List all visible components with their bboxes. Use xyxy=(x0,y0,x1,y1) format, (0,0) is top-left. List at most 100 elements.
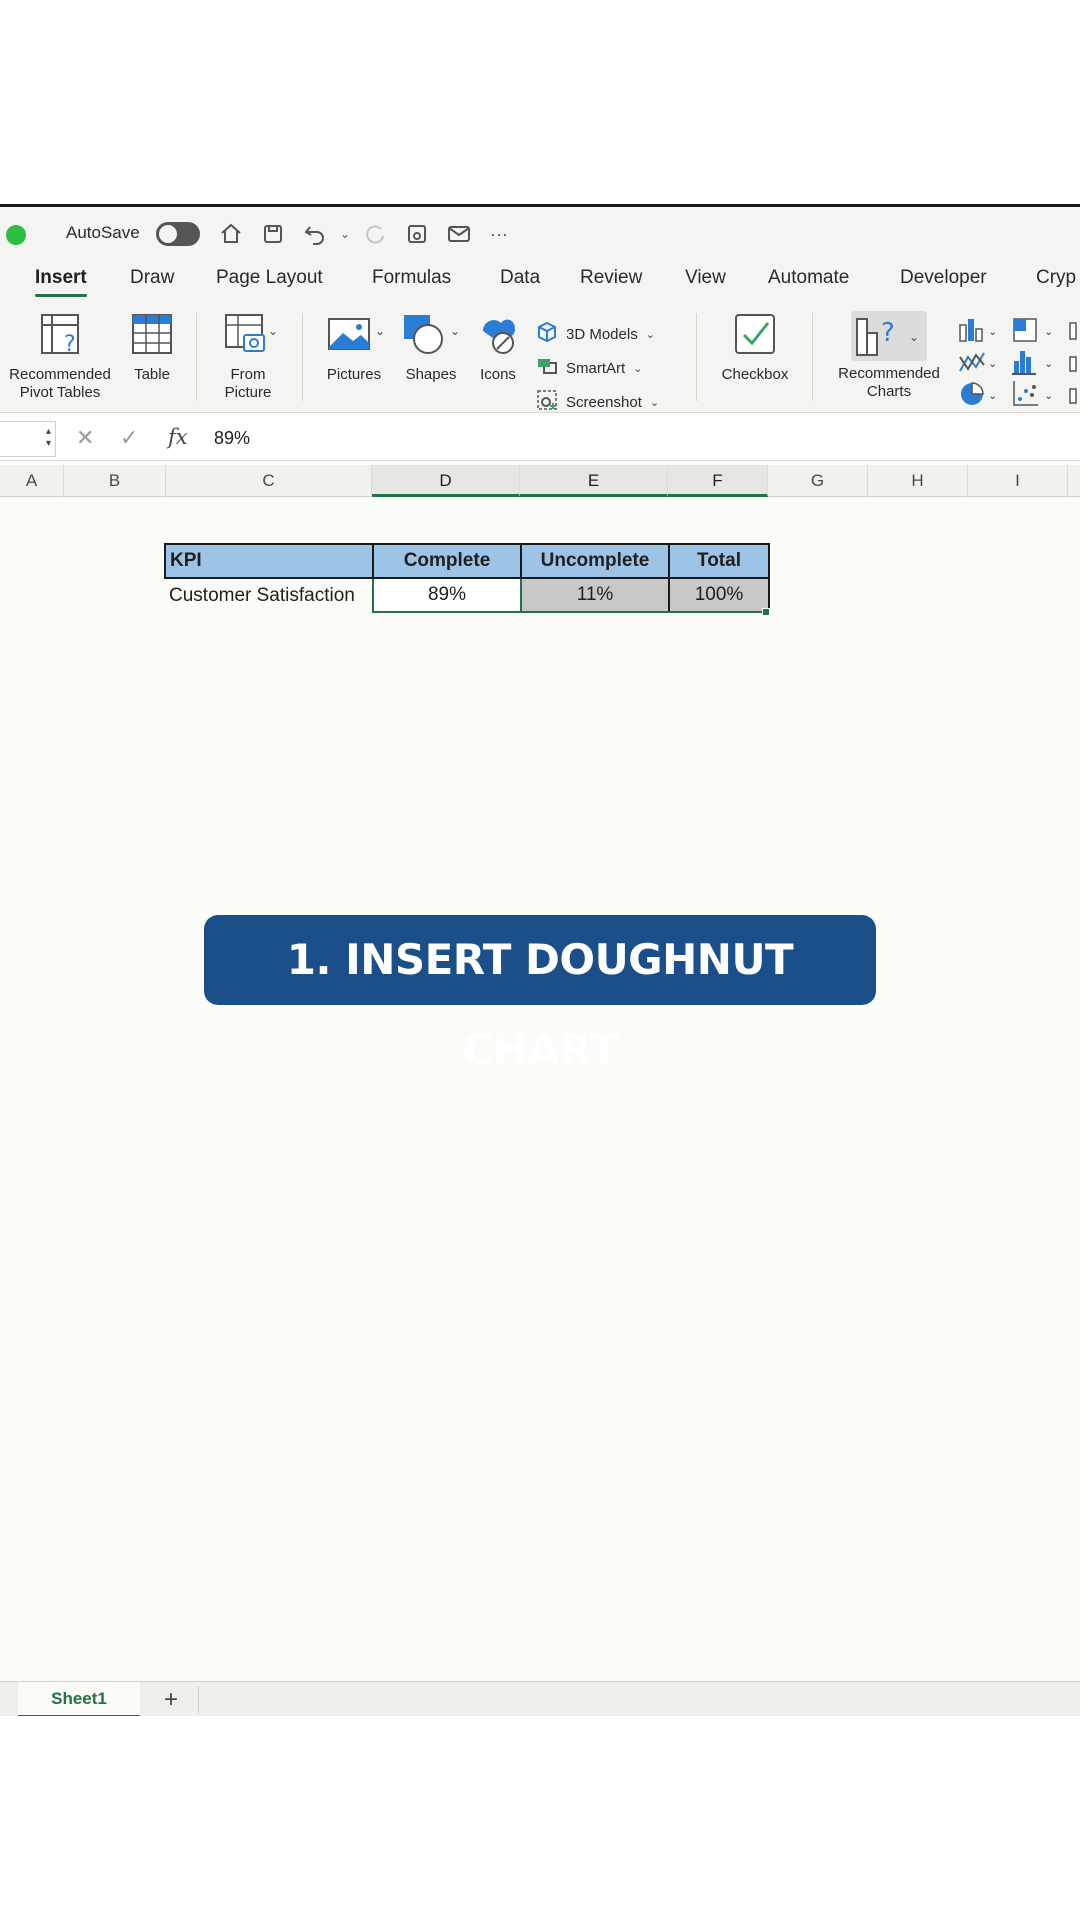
formula-input[interactable]: 89% xyxy=(214,428,250,449)
column-header-a[interactable]: A xyxy=(0,465,64,497)
tab-data[interactable]: Data xyxy=(500,267,540,289)
kpi-header-row: KPI Complete Uncomplete Total xyxy=(164,543,770,579)
kpi-table: KPI Complete Uncomplete Total Customer S… xyxy=(164,543,770,613)
waterfall-chart-button[interactable] xyxy=(1066,315,1080,350)
svg-text:⌄: ⌄ xyxy=(988,357,997,370)
save-icon[interactable] xyxy=(258,219,288,249)
cancel-formula-icon[interactable]: ✕ xyxy=(76,425,94,451)
kpi-data-row: Customer Satisfaction 89% 11% 100% xyxy=(165,577,770,613)
step-caption: 1. INSERT DOUGHNUT CHART xyxy=(204,915,876,1074)
3d-models-label: 3D Models xyxy=(566,325,638,343)
column-header-g[interactable]: G xyxy=(768,465,868,497)
hierarchy-chart-button[interactable]: ⌄ xyxy=(1012,315,1056,350)
undo-icon[interactable] xyxy=(300,219,330,249)
scatter-chart-button[interactable]: ⌄ xyxy=(1012,379,1056,414)
email-icon[interactable] xyxy=(444,219,474,249)
tab-page-layout[interactable]: Page Layout xyxy=(216,267,323,289)
tab-review[interactable]: Review xyxy=(580,267,642,289)
pictures-button[interactable]: ⌄ Pictures xyxy=(316,311,392,384)
selection-fill-handle[interactable] xyxy=(762,608,770,616)
tab-insert[interactable]: Insert xyxy=(35,267,87,297)
column-chart-button[interactable]: ⌄ xyxy=(958,315,1000,350)
smartart-icon xyxy=(536,355,558,381)
line-chart-button[interactable]: ⌄ xyxy=(958,347,1000,382)
smartart-chevron-icon: ⌄ xyxy=(633,362,643,375)
column-header-b[interactable]: B xyxy=(64,465,166,497)
autosave-toggle[interactable] xyxy=(156,222,200,246)
map-chart-icon xyxy=(1069,388,1077,404)
add-sheet-button[interactable]: + xyxy=(156,1686,186,1714)
cell-uncomplete-value[interactable]: 11% xyxy=(520,577,670,613)
screenshot-icon xyxy=(536,389,558,415)
sheet-tab-separator xyxy=(198,1686,199,1714)
header-uncomplete[interactable]: Uncomplete xyxy=(520,543,670,579)
tab-draw[interactable]: Draw xyxy=(130,267,174,289)
column-header-c[interactable]: C xyxy=(166,465,372,497)
header-kpi[interactable]: KPI xyxy=(164,543,374,579)
more-options-icon[interactable]: ··· xyxy=(484,219,514,249)
recommended-charts-icon: ? ⌄ xyxy=(851,311,927,361)
name-box-spinner-icon[interactable]: ▴ ▾ xyxy=(46,426,51,450)
confirm-formula-icon[interactable]: ✓ xyxy=(120,425,138,451)
map-chart-button[interactable] xyxy=(1066,379,1080,414)
title-bar: AutoSave ⌄ ··· xyxy=(0,207,1080,259)
column-header-e[interactable]: E xyxy=(520,465,668,497)
tab-automate[interactable]: Automate xyxy=(768,267,849,289)
icons-icon xyxy=(472,311,524,362)
screenshot-button[interactable]: Screenshot ⌄ xyxy=(536,389,659,415)
recommended-charts-label-1: Recommended xyxy=(838,365,940,382)
redo-icon xyxy=(360,219,390,249)
table-button[interactable]: Table xyxy=(122,311,182,384)
save-as-icon[interactable] xyxy=(402,219,432,249)
ribbon-separator xyxy=(812,313,813,401)
column-header-d[interactable]: D xyxy=(372,465,520,497)
name-box[interactable]: ▴ ▾ xyxy=(0,421,56,457)
recommended-charts-button[interactable]: ? ⌄ Recommended Charts xyxy=(826,311,952,401)
recommended-pivot-tables-button[interactable]: ? Recommended Pivot Tables xyxy=(0,311,120,402)
smartart-button[interactable]: SmartArt ⌄ xyxy=(536,355,642,381)
cell-kpi-name[interactable]: Customer Satisfaction xyxy=(165,578,373,612)
tab-developer[interactable]: Developer xyxy=(900,267,987,289)
waterfall-chart-icon xyxy=(1069,322,1077,340)
tab-view[interactable]: View xyxy=(685,267,726,289)
shapes-label: Shapes xyxy=(405,366,457,383)
header-complete[interactable]: Complete xyxy=(372,543,522,579)
checkbox-button[interactable]: Checkbox xyxy=(710,311,800,384)
3d-models-chevron-icon: ⌄ xyxy=(645,328,655,341)
tab-formulas[interactable]: Formulas xyxy=(372,267,451,289)
column-header-h[interactable]: H xyxy=(868,465,968,497)
statistic-chart-button[interactable]: ⌄ xyxy=(1012,347,1056,382)
from-picture-label-2: Picture xyxy=(224,384,272,401)
insert-function-icon[interactable]: fx xyxy=(168,425,188,449)
shapes-button[interactable]: ⌄ Shapes xyxy=(398,311,464,384)
hierarchy-chart-icon: ⌄ xyxy=(1013,318,1053,342)
pie-chart-button[interactable]: ⌄ xyxy=(958,379,1000,414)
svg-text:⌄: ⌄ xyxy=(375,324,385,338)
checkbox-label: Checkbox xyxy=(721,366,789,383)
svg-text:⌄: ⌄ xyxy=(1044,389,1053,402)
cell-total-value[interactable]: 100% xyxy=(668,577,770,613)
checkbox-icon xyxy=(710,311,800,362)
icons-button[interactable]: Icons xyxy=(472,311,524,384)
sheet-tab-sheet1[interactable]: Sheet1 xyxy=(18,1682,140,1716)
home-icon[interactable] xyxy=(216,219,246,249)
line-chart-icon: ⌄ xyxy=(959,352,997,372)
ribbon-separator xyxy=(196,313,197,401)
undo-dropdown-chevron-icon[interactable]: ⌄ xyxy=(330,219,360,249)
column-header-f[interactable]: F xyxy=(668,465,768,497)
from-picture-button[interactable]: ⌄ From Picture xyxy=(208,311,288,402)
3d-models-button[interactable]: 3D Models ⌄ xyxy=(536,321,655,347)
cell-complete-value[interactable]: 89% xyxy=(372,577,522,613)
tab-crypto[interactable]: Cryp xyxy=(1036,267,1076,289)
window-zoom-button[interactable] xyxy=(6,225,26,245)
formula-bar: ▴ ▾ ✕ ✓ fx 89% xyxy=(0,417,1080,461)
header-total[interactable]: Total xyxy=(668,543,770,579)
recommended-charts-label-2: Charts xyxy=(866,383,912,400)
combo-chart-button[interactable] xyxy=(1066,347,1080,382)
svg-text:⌄: ⌄ xyxy=(450,324,460,338)
from-picture-icon: ⌄ xyxy=(208,311,288,362)
column-header-i[interactable]: I xyxy=(968,465,1068,497)
recommended-pivot-tables-label-2: Pivot Tables xyxy=(19,384,101,401)
from-picture-label-1: From xyxy=(230,366,266,383)
svg-text:⌄: ⌄ xyxy=(909,330,919,344)
